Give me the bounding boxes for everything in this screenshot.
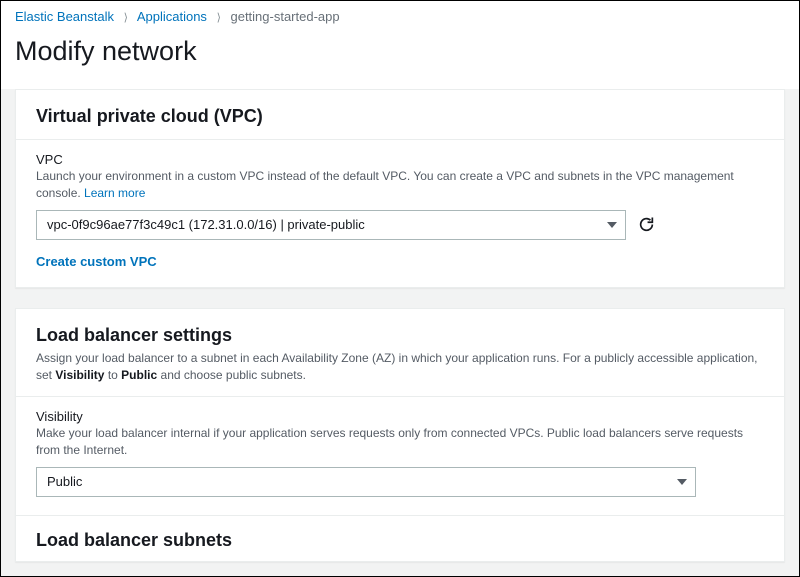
vpc-learn-more-link[interactable]: Learn more bbox=[84, 186, 145, 200]
lb-subnets-section: Load balancer subnets bbox=[16, 515, 784, 561]
vpc-panel-title: Virtual private cloud (VPC) bbox=[36, 106, 764, 127]
load-balancer-panel: Load balancer settings Assign your load … bbox=[15, 308, 785, 562]
caret-down-icon bbox=[607, 222, 617, 228]
caret-down-icon bbox=[677, 479, 687, 485]
create-custom-vpc-link[interactable]: Create custom VPC bbox=[36, 254, 157, 269]
visibility-select[interactable]: Public bbox=[36, 467, 696, 497]
visibility-select-value: Public bbox=[47, 474, 82, 489]
lb-panel-desc: Assign your load balancer to a subnet in… bbox=[36, 350, 764, 385]
breadcrumb-link-beanstalk[interactable]: Elastic Beanstalk bbox=[15, 9, 114, 24]
lb-panel-title: Load balancer settings bbox=[36, 325, 764, 346]
vpc-panel: Virtual private cloud (VPC) VPC Launch y… bbox=[15, 89, 785, 288]
vpc-select[interactable]: vpc-0f9c96ae77f3c49c1 (172.31.0.0/16) | … bbox=[36, 210, 626, 240]
refresh-button[interactable] bbox=[636, 215, 656, 235]
vpc-field-desc: Launch your environment in a custom VPC … bbox=[36, 168, 764, 202]
page-title: Modify network bbox=[1, 28, 799, 89]
vpc-select-value: vpc-0f9c96ae77f3c49c1 (172.31.0.0/16) | … bbox=[47, 217, 365, 232]
breadcrumb-current: getting-started-app bbox=[230, 9, 339, 24]
refresh-icon bbox=[638, 216, 655, 233]
vpc-field-label: VPC bbox=[36, 152, 764, 167]
breadcrumb-link-applications[interactable]: Applications bbox=[137, 9, 207, 24]
visibility-desc: Make your load balancer internal if your… bbox=[36, 425, 764, 459]
lb-subnets-title: Load balancer subnets bbox=[36, 530, 764, 551]
chevron-right-icon: ⟩ bbox=[217, 12, 221, 24]
visibility-label: Visibility bbox=[36, 409, 764, 424]
breadcrumb: Elastic Beanstalk ⟩ Applications ⟩ getti… bbox=[1, 1, 799, 28]
chevron-right-icon: ⟩ bbox=[124, 12, 128, 24]
